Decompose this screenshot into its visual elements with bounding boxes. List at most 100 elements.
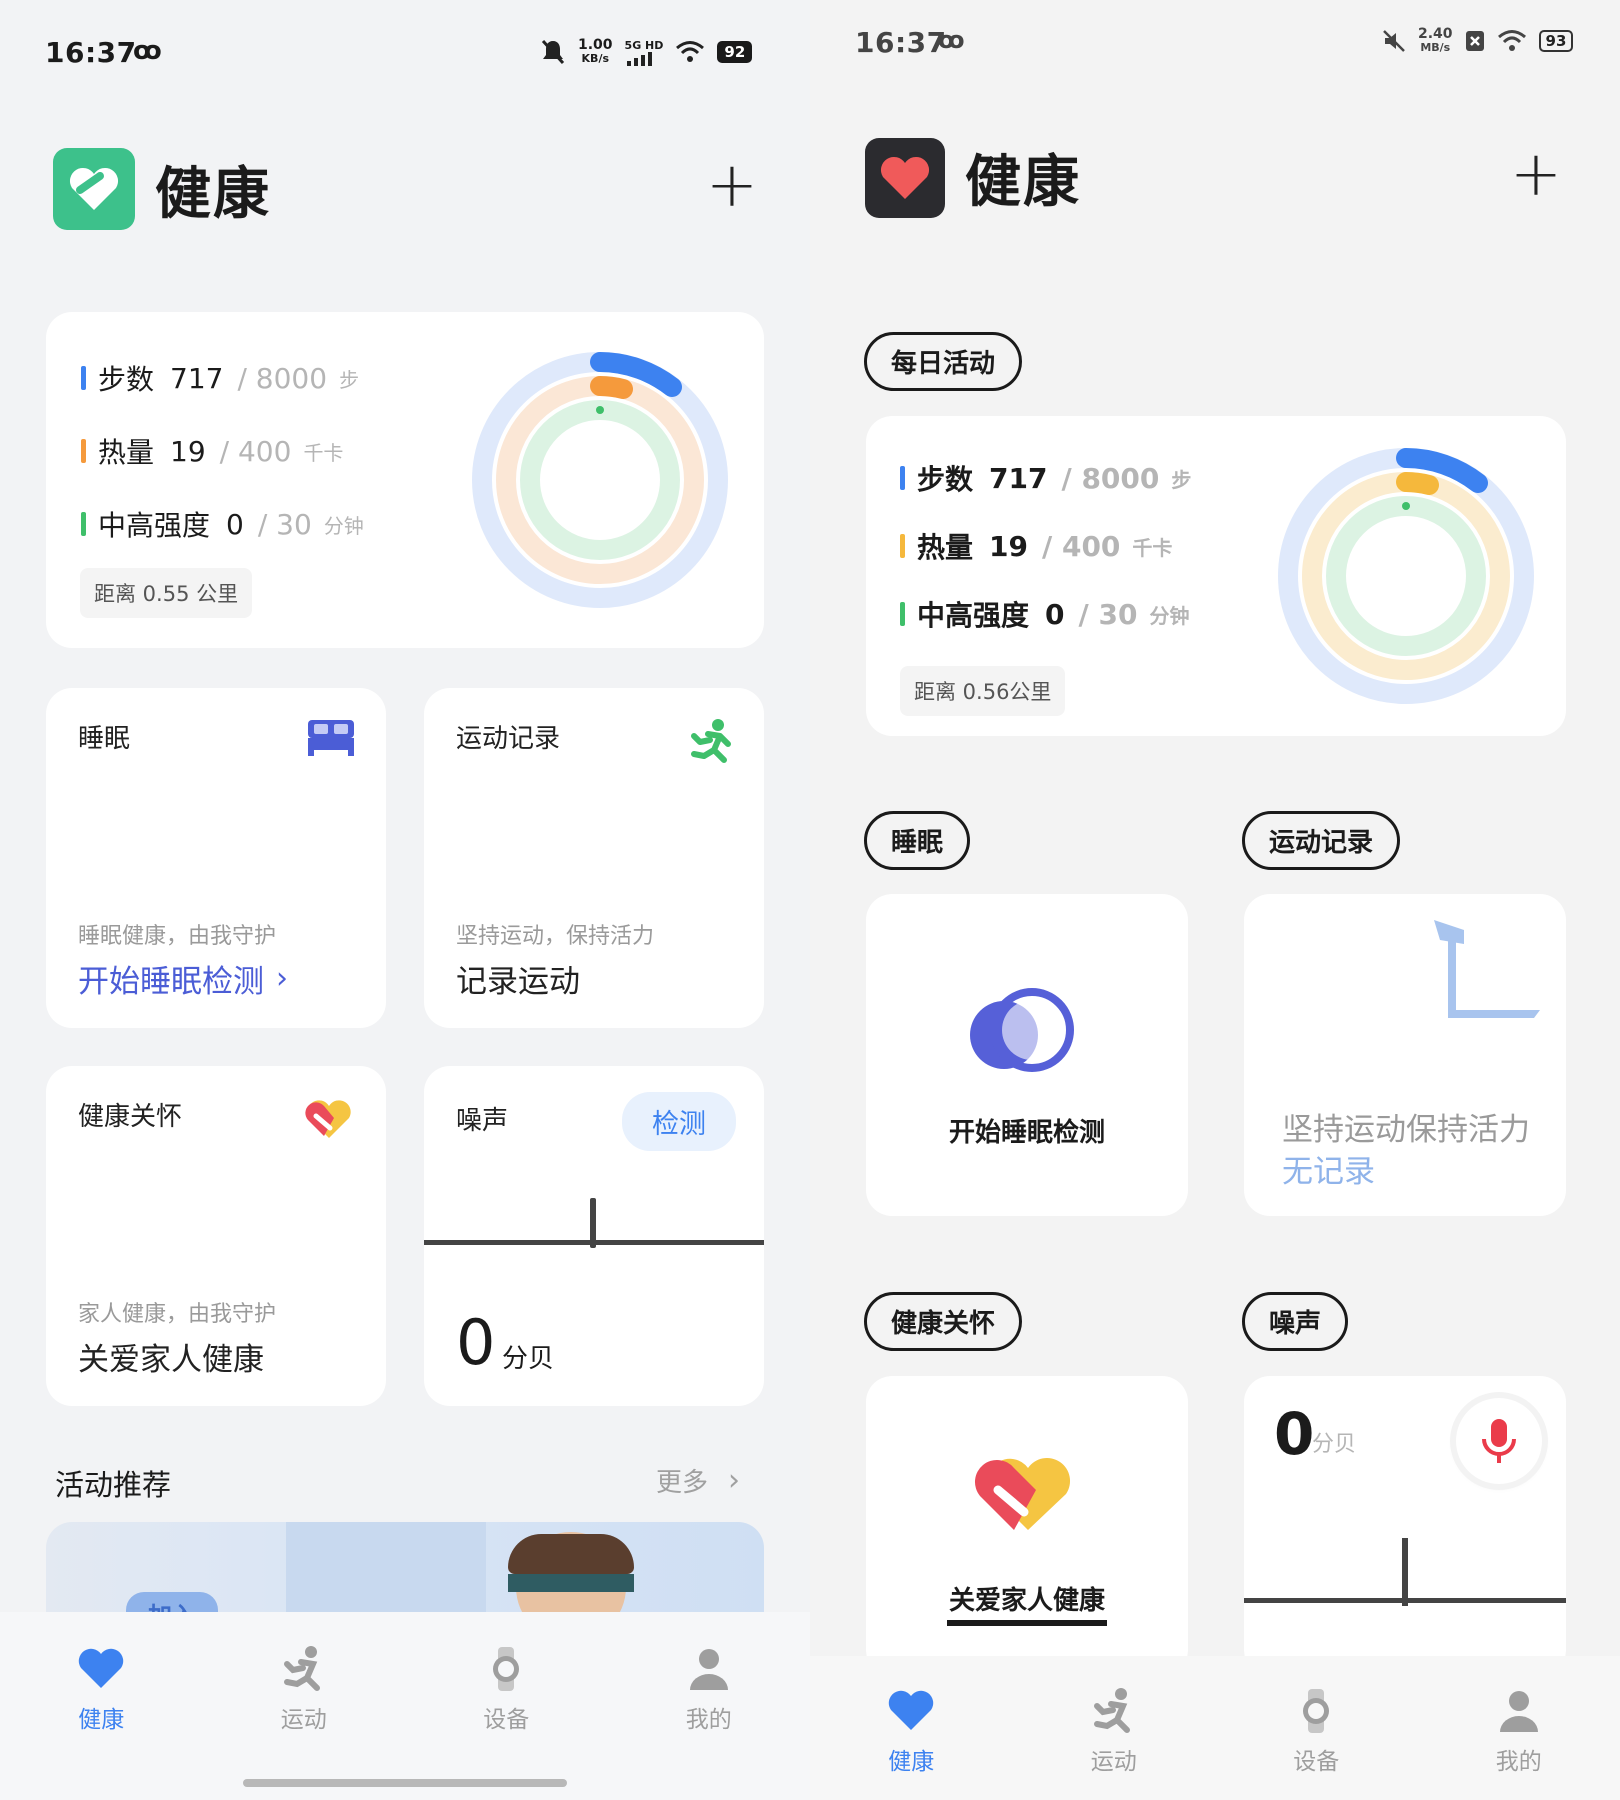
running-icon <box>1093 1688 1130 1733</box>
tab-profile[interactable]: 我的 <box>649 1644 769 1800</box>
activity-rings <box>1278 448 1534 704</box>
bottom-tab-bar: 健康 运动 设备 我的 <box>0 1612 810 1800</box>
battery-indicator: 92 <box>717 41 753 63</box>
sim-off-icon <box>1465 31 1484 51</box>
add-button[interactable]: + <box>706 148 758 221</box>
person-icon <box>1499 1691 1538 1732</box>
chevron-right-icon: › <box>276 961 288 996</box>
network-speed: 1.00 KB/s <box>578 37 613 65</box>
calories-row: 热量 19 / 400 千卡 <box>900 526 1172 566</box>
no-record-status: 无记录 <box>1282 1154 1375 1190</box>
app-header: 健康 <box>53 148 271 230</box>
sleep-label: 睡眠 <box>864 811 971 870</box>
tab-device[interactable]: 设备 <box>446 1644 566 1800</box>
person-icon <box>689 1649 728 1690</box>
chevron-right-icon: › <box>728 1463 741 1498</box>
workout-record-card[interactable]: 坚持运动保持活力 无记录 <box>1244 894 1566 1216</box>
noise-value: 0 <box>456 1306 496 1379</box>
page-title: 健康 <box>965 150 1081 215</box>
health-care-card[interactable]: 关爱家人健康 <box>866 1376 1188 1676</box>
heart-logo-icon <box>69 167 119 210</box>
distance-badge: 距离 0.56公里 <box>900 666 1066 716</box>
care-subtitle: 家人健康，由我守护 <box>78 1302 277 1327</box>
bottom-tab-bar: 健康 运动 设备 我的 <box>810 1656 1620 1800</box>
family-heart-icon <box>305 1100 351 1138</box>
sleep-title: 睡眠 <box>78 724 131 754</box>
wifi-icon <box>676 41 705 62</box>
add-button[interactable]: + <box>1510 137 1562 210</box>
wifi-icon <box>1497 30 1526 51</box>
left-phone-screen: 16:37 ꝏ 1.00 KB/s 5G HD 92 健康 + 步数 717 / … <box>0 0 810 1800</box>
noise-title: 噪声 <box>456 1106 509 1136</box>
workout-record-label: 运动记录 <box>1242 811 1401 870</box>
steps-row: 步数 717 / 8000 步 <box>81 358 359 398</box>
noise-meter-needle <box>590 1198 596 1248</box>
app-header: 健康 <box>865 137 1081 218</box>
noise-detect-button[interactable] <box>1456 1398 1542 1484</box>
tab-exercise[interactable]: 运动 <box>244 1644 364 1800</box>
status-bar: 16:37 ꝏ 1.00 KB/s 5G HD 92 <box>0 30 810 90</box>
tab-health[interactable]: 健康 <box>851 1686 971 1800</box>
heart-logo-icon <box>880 156 930 199</box>
noise-unit: 分贝 <box>1312 1432 1357 1457</box>
steps-row: 步数 717 / 8000 步 <box>900 458 1191 498</box>
care-title: 健康关怀 <box>78 1102 183 1132</box>
treadmill-icon <box>1434 920 1540 1018</box>
family-heart-icon <box>974 1457 1071 1530</box>
care-family-link[interactable]: 关爱家人健康 <box>78 1334 264 1379</box>
health-app-logo <box>53 148 135 230</box>
start-sleep-detection-link[interactable]: 开始睡眠检测 › <box>78 956 288 1001</box>
tab-health[interactable]: 健康 <box>41 1644 161 1800</box>
daily-activity-label: 每日活动 <box>864 332 1023 391</box>
battery-indicator: 93 <box>1538 30 1574 52</box>
signal-indicator: 5G HD <box>625 39 663 66</box>
record-workout-link[interactable]: 记录运动 <box>456 956 580 1001</box>
workout-record-card[interactable]: 运动记录 坚持运动，保持活力 记录运动 <box>424 688 764 1028</box>
signal-icon <box>626 51 652 66</box>
noise-card[interactable]: 噪声 检测 0 分贝 <box>424 1066 764 1406</box>
workout-subtitle: 坚持运动保持活力 <box>1282 1112 1530 1148</box>
noise-value: 0 <box>1274 1400 1315 1468</box>
right-phone-screen: 16:37 ꝏ 2.40 MB/s 93 健康 + 每日活动 步数 717 / 8… <box>810 0 1620 1800</box>
microphone-icon <box>1482 1419 1516 1463</box>
workout-subtitle: 坚持运动，保持活力 <box>456 924 655 949</box>
start-sleep-detection-link[interactable]: 开始睡眠检测 <box>866 1112 1188 1149</box>
heart-icon <box>79 1648 124 1688</box>
tab-exercise[interactable]: 运动 <box>1054 1686 1174 1800</box>
calories-row: 热量 19 / 400 千卡 <box>81 431 343 471</box>
intensity-row: 中高强度 0 / 30 分钟 <box>81 504 364 544</box>
status-bar: 16:37 ꝏ 2.40 MB/s 93 <box>810 20 1620 80</box>
daily-activity-card[interactable]: 步数 717 / 8000 步 热量 19 / 400 千卡 中高强度 0 / … <box>46 312 764 648</box>
link-icon: ꝏ <box>938 26 965 54</box>
health-app-logo <box>865 137 945 218</box>
distance-badge: 距离 0.55 公里 <box>80 568 253 618</box>
care-family-link[interactable]: 关爱家人健康 <box>866 1580 1188 1617</box>
link-icon: ꝏ <box>133 36 162 66</box>
noise-unit: 分贝 <box>502 1344 555 1374</box>
tab-profile[interactable]: 我的 <box>1459 1686 1579 1800</box>
watch-icon <box>1303 1689 1330 1733</box>
mute-speaker-icon <box>1383 30 1405 52</box>
sleep-card[interactable]: 睡眠 睡眠健康，由我守护 开始睡眠检测 › <box>46 688 386 1028</box>
health-care-card[interactable]: 健康关怀 家人健康，由我守护 关爱家人健康 <box>46 1066 386 1406</box>
workout-title: 运动记录 <box>456 724 561 754</box>
noise-detect-button[interactable]: 检测 <box>622 1092 736 1151</box>
tab-device[interactable]: 设备 <box>1256 1686 1376 1800</box>
sleep-card[interactable]: 开始睡眠检测 <box>866 894 1188 1216</box>
activity-recommend-title: 活动推荐 <box>55 1468 172 1502</box>
running-icon <box>283 1646 320 1691</box>
daily-activity-card[interactable]: 步数 717 / 8000 步 热量 19 / 400 千卡 中高强度 0 / … <box>866 416 1566 736</box>
noise-card[interactable]: 0 分贝 <box>1244 1376 1566 1676</box>
home-indicator[interactable] <box>243 1779 567 1787</box>
status-time: 16:37 <box>855 26 947 59</box>
underline-indicator <box>947 1620 1107 1626</box>
mute-bell-icon <box>541 39 565 65</box>
noise-meter-needle <box>1402 1538 1408 1606</box>
more-link[interactable]: 更多 › <box>656 1462 740 1499</box>
noise-label: 噪声 <box>1242 1292 1349 1351</box>
bed-icon <box>308 720 354 756</box>
status-time: 16:37 <box>45 36 137 69</box>
heart-icon <box>889 1690 934 1730</box>
sleep-detection-icon <box>970 988 1074 1072</box>
running-icon <box>691 719 731 763</box>
